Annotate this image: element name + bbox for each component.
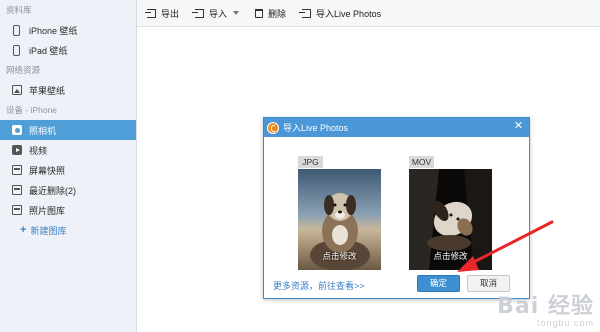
import-label: 导入 (209, 8, 228, 19)
photo-library-icon (12, 205, 22, 215)
more-resources-link[interactable]: 更多资源，前往查看>> (273, 279, 365, 292)
section-header-network: 网络资源 (6, 65, 41, 75)
sidebar-item-screenshots[interactable]: 屏幕快照 (0, 160, 136, 180)
sidebar-item-label: iPad 壁纸 (29, 45, 68, 56)
export-button[interactable]: 导出 (145, 7, 180, 20)
sidebar-item-iphone-wallpaper[interactable]: iPhone 壁纸 (0, 20, 136, 40)
sidebar-item-label: iPhone 壁纸 (29, 25, 78, 36)
add-library-label: 新建图库 (30, 225, 67, 236)
dialog-title: 导入Live Photos (283, 123, 349, 133)
plus-icon: + (20, 224, 27, 236)
jpg-tag: JPG (298, 156, 323, 168)
sidebar-item-label: 照片图库 (29, 205, 66, 216)
video-icon (12, 145, 22, 155)
screenshot-icon (12, 165, 22, 175)
jpg-photo[interactable]: 点击修改 (298, 169, 381, 270)
import-icon (192, 8, 205, 18)
toolbar: 导出 导入 删除 导入Live Photos (137, 0, 600, 27)
tablet-icon (13, 44, 20, 56)
sidebar-item-recently-deleted[interactable]: 最近删除(2) (0, 180, 136, 200)
app-logo-icon (267, 121, 279, 134)
section-header-device: 设备 - iPhone (6, 105, 58, 115)
sidebar-item-label: 照相机 (29, 125, 57, 136)
import-live-photos-label: 导入Live Photos (316, 8, 382, 19)
image-icon (12, 85, 22, 95)
export-label: 导出 (161, 8, 180, 19)
mov-photo[interactable]: 点击修改 (409, 169, 492, 270)
export-icon (145, 8, 156, 18)
jpg-card: JPG 点击修改 (298, 156, 381, 270)
dialog-body: JPG 点击修改 MOV 点击修改 更多资源，前往查看>> 确定 取消 (264, 137, 529, 298)
mov-tag: MOV (409, 156, 434, 168)
watermark-logo: Bai 经验 (497, 294, 594, 319)
delete-label: 删除 (268, 8, 287, 19)
sidebar: 资料库 iPhone 壁纸 iPad 壁纸 网络资源 苹果壁纸 设备 - iPh… (0, 0, 137, 332)
delete-button[interactable]: 删除 (255, 7, 286, 20)
dialog-title-bar[interactable]: 导入Live Photos ✕ (264, 118, 529, 137)
mov-caption: 点击修改 (433, 251, 468, 261)
close-icon[interactable]: ✕ (513, 121, 524, 132)
sidebar-item-label: 屏幕快照 (29, 165, 66, 176)
confirm-button[interactable]: 确定 (417, 275, 460, 292)
sidebar-item-camera[interactable]: 照相机 (0, 120, 136, 140)
sidebar-item-apple-wallpaper[interactable]: 苹果壁纸 (0, 80, 136, 100)
sidebar-item-photo-library[interactable]: 照片图库 (0, 200, 136, 220)
trash-icon (255, 8, 264, 18)
recent-deleted-icon (12, 185, 22, 195)
import-live-photos-dialog: 导入Live Photos ✕ JPG 点击修改 MOV 点击修改 更多资源，前… (263, 117, 530, 299)
watermark: Bai 经验 tongbu.com (497, 288, 594, 328)
sidebar-item-video[interactable]: 视频 (0, 140, 136, 160)
mov-card: MOV 点击修改 (409, 156, 492, 270)
import-button[interactable]: 导入 (192, 7, 240, 20)
import-live-photos-button[interactable]: 导入Live Photos (299, 7, 382, 20)
sidebar-item-ipad-wallpaper[interactable]: iPad 壁纸 (0, 40, 136, 60)
add-library-button[interactable]: + 新建图库 (0, 220, 136, 240)
sidebar-item-label: 苹果壁纸 (29, 85, 66, 96)
phone-icon (13, 24, 20, 36)
sidebar-item-label: 视频 (29, 145, 48, 156)
import-icon (299, 8, 312, 18)
sidebar-item-label: 最近删除(2) (29, 185, 76, 196)
camera-icon (12, 125, 22, 135)
section-header-library: 资料库 (6, 5, 32, 15)
jpg-caption: 点击修改 (322, 251, 357, 261)
chevron-down-icon[interactable] (233, 11, 240, 15)
